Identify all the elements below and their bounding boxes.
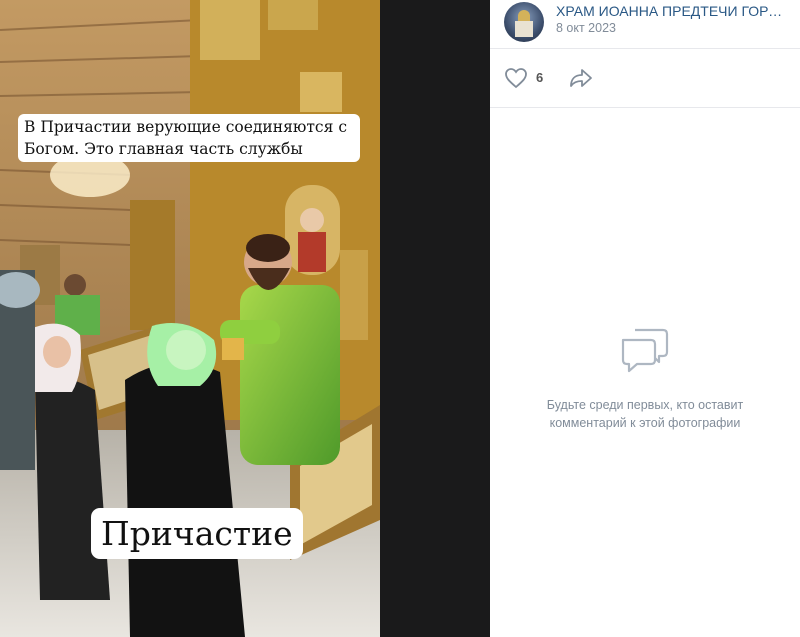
comment-bubbles-icon <box>621 328 669 373</box>
community-avatar[interactable] <box>504 2 544 42</box>
post-photo[interactable]: В Причастии верующие соединяются с Богом… <box>0 0 380 637</box>
comments-empty-text: Будьте среди первых, кто оставит коммент… <box>546 398 744 430</box>
community-name-link[interactable]: ХРАМ ИОАННА ПРЕДТЕЧИ ГОРОД ... <box>556 2 791 20</box>
like-count: 6 <box>536 70 544 85</box>
photo-caption-top: В Причастии верующие соединяются с Богом… <box>18 114 360 162</box>
post-actions: 6 <box>490 49 800 108</box>
heart-icon[interactable] <box>504 67 528 89</box>
post-header: ХРАМ ИОАННА ПРЕДТЕЧИ ГОРОД ... 8 окт 202… <box>490 0 800 49</box>
photo-caption-bottom: Причастие <box>91 508 303 559</box>
share-arrow-icon[interactable] <box>568 67 594 89</box>
post-date[interactable]: 8 окт 2023 <box>556 20 616 36</box>
comments-empty-state: Будьте среди первых, кто оставит коммент… <box>490 320 800 432</box>
post-side-panel: ХРАМ ИОАННА ПРЕДТЕЧИ ГОРОД ... 8 окт 202… <box>490 0 800 637</box>
